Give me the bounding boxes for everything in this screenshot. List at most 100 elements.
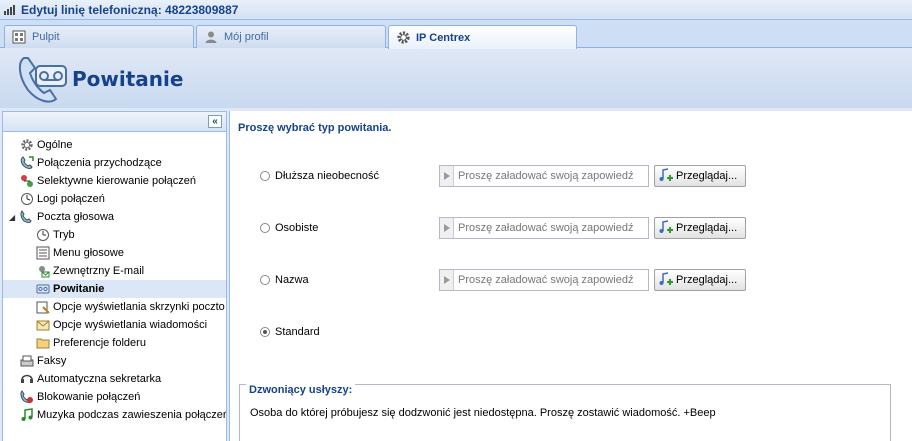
- collapse-sidebar-button[interactable]: «: [208, 115, 222, 128]
- sidebar-item-label: Logi połączeń: [37, 193, 105, 205]
- greeting-file-field[interactable]: Proszę załadować swoją zapowiedź: [439, 217, 649, 239]
- browse-label: Przeglądaj...: [676, 274, 738, 286]
- music-add-icon: [658, 220, 674, 236]
- block-call-icon: [19, 389, 35, 405]
- browse-label: Przeglądaj...: [676, 170, 738, 182]
- call-log-icon: [19, 191, 35, 207]
- sidebar-item-label: Muzyka podczas zawieszenia połączeń: [37, 409, 227, 421]
- dashboard-icon: [11, 29, 27, 45]
- play-icon[interactable]: [440, 218, 454, 238]
- sidebar-item-zewnetrzny-email[interactable]: Zewnętrzny E-mail: [3, 262, 226, 280]
- sidebar-tree: Ogólne Połączenia przychodzące Selektywn…: [3, 132, 226, 424]
- window-title: Edytuj linię telefoniczną: 48223809887: [21, 2, 239, 17]
- voicemail-icon: [19, 209, 35, 225]
- file-placeholder: Proszę załadować swoją zapowiedź: [458, 222, 634, 234]
- option-label: Nazwa: [275, 274, 309, 286]
- phone-line-icon: [2, 3, 18, 17]
- sidebar-item-label: Faksy: [37, 355, 67, 367]
- sidebar-item-label: Zewnętrzny E-mail: [53, 265, 145, 277]
- tab-pulpit[interactable]: Pulpit: [4, 25, 194, 48]
- main-panel: Proszę wybrać typ powitania. Dłuższa nie…: [229, 111, 912, 441]
- sidebar-item-tryb[interactable]: Tryb: [3, 226, 226, 244]
- sidebar-item-label: Ogólne: [37, 139, 73, 151]
- sidebar-item-logi-polaczen[interactable]: Logi połączeń: [3, 190, 226, 208]
- sidebar-item-selektywne-kierowanie[interactable]: Selektywne kierowanie połączeń: [3, 172, 226, 190]
- sidebar-item-label: Selektywne kierowanie połączeń: [37, 175, 196, 187]
- browse-label: Przeglądaj...: [676, 222, 738, 234]
- sidebar-item-label: Preferencje folderu: [53, 337, 146, 349]
- sidebar-item-label: Poczta głosowa: [37, 211, 115, 223]
- tab-label: Pulpit: [32, 31, 60, 43]
- browse-button[interactable]: Przeglądaj...: [654, 269, 746, 291]
- sidebar-item-menu-glosowe[interactable]: Menu głosowe: [3, 244, 226, 262]
- sidebar-item-label: Opcje wyświetlania wiadomości: [53, 319, 208, 331]
- greeting-file-field[interactable]: Proszę załadować swoją zapowiedź: [439, 269, 649, 291]
- option-osobiste[interactable]: Osobiste: [260, 222, 318, 234]
- option-label: Dłuższa nieobecność: [275, 170, 379, 182]
- voicemail-phone-icon: [14, 52, 70, 106]
- option-standard[interactable]: Standard: [260, 326, 320, 338]
- expand-triangle-icon[interactable]: ◢: [9, 213, 19, 222]
- file-placeholder: Proszę załadować swoją zapowiedź: [458, 274, 634, 286]
- sidebar-item-preferencje-folderu[interactable]: Preferencje folderu: [3, 334, 226, 352]
- tab-moj-profil[interactable]: Mój profil: [196, 25, 386, 48]
- incoming-call-icon: [19, 155, 35, 171]
- play-icon[interactable]: [440, 270, 454, 290]
- tab-strip: Pulpit Mój profil IP Centrex: [0, 20, 912, 49]
- sidebar-item-label: Powitanie: [53, 283, 105, 295]
- music-note-icon: [19, 407, 35, 423]
- caller-hears-legend: Dzwoniący usłyszy:: [246, 384, 356, 396]
- fax-icon: [19, 353, 35, 369]
- option-dluzsza-nieobecnosc[interactable]: Dłuższa nieobecność: [260, 170, 379, 182]
- sidebar-item-label: Automatyczna sekretarka: [37, 373, 162, 385]
- option-nazwa[interactable]: Nazwa: [260, 274, 309, 286]
- music-add-icon: [658, 168, 674, 184]
- sidebar-item-blokowanie-polaczen[interactable]: Blokowanie połączeń: [3, 388, 226, 406]
- radio-nazwa[interactable]: [260, 275, 270, 285]
- sidebar-item-opcje-skrzynki[interactable]: Opcje wyświetlania skrzynki poczto: [3, 298, 226, 316]
- file-placeholder: Proszę załadować swoją zapowiedź: [458, 170, 634, 182]
- window-titlebar: Edytuj linię telefoniczną: 48223809887: [0, 0, 912, 20]
- sidebar-item-opcje-wiadomosci[interactable]: Opcje wyświetlania wiadomości: [3, 316, 226, 334]
- sidebar-item-powitanie[interactable]: Powitanie: [3, 280, 226, 298]
- sidebar-item-faksy[interactable]: Faksy: [3, 352, 226, 370]
- browse-button[interactable]: Przeglądaj...: [654, 217, 746, 239]
- tab-label: IP Centrex: [416, 31, 471, 44]
- sidebar-item-label: Menu głosowe: [53, 247, 124, 259]
- sidebar-item-label: Tryb: [53, 229, 75, 241]
- sidebar-item-label: Połączenia przychodzące: [37, 157, 162, 169]
- sidebar-item-ogolne[interactable]: Ogólne: [3, 136, 226, 154]
- music-add-icon: [658, 272, 674, 288]
- radio-dluzsza-nieobecnosc[interactable]: [260, 171, 270, 181]
- sidebar: « Ogólne Połączenia przychodzące Selekty…: [2, 111, 227, 441]
- greeting-type-prompt: Proszę wybrać typ powitania.: [238, 122, 392, 134]
- gear-icon: [19, 137, 35, 153]
- greeting-file-field[interactable]: Proszę załadować swoją zapowiedź: [439, 165, 649, 187]
- option-label: Standard: [275, 326, 320, 338]
- sidebar-item-automatyczna-sekretarka[interactable]: Automatyczna sekretarka: [3, 370, 226, 388]
- mailbox-options-icon: [35, 299, 51, 315]
- tab-ip-centrex[interactable]: IP Centrex: [388, 25, 577, 49]
- gear-icon: [395, 30, 411, 46]
- message-options-icon: [35, 317, 51, 333]
- folder-icon: [35, 335, 51, 351]
- sidebar-header: «: [3, 112, 226, 132]
- sidebar-item-muzyka-zawieszenia[interactable]: Muzyka podczas zawieszenia połączeń: [3, 406, 226, 424]
- radio-standard[interactable]: [260, 327, 270, 337]
- page-header: Powitanie: [0, 49, 912, 108]
- browse-button[interactable]: Przeglądaj...: [654, 165, 746, 187]
- tab-label: Mój profil: [224, 31, 269, 43]
- headset-icon: [19, 371, 35, 387]
- routing-icon: [19, 173, 35, 189]
- email-icon: [35, 263, 51, 279]
- user-icon: [203, 29, 219, 45]
- sidebar-item-polaczenia-przychodzace[interactable]: Połączenia przychodzące: [3, 154, 226, 172]
- sidebar-item-label: Blokowanie połączeń: [37, 391, 141, 403]
- sidebar-item-label: Opcje wyświetlania skrzynki poczto: [53, 301, 225, 313]
- menu-list-icon: [35, 245, 51, 261]
- play-icon[interactable]: [440, 166, 454, 186]
- sidebar-item-poczta-glosowa[interactable]: ◢ Poczta głosowa: [3, 208, 226, 226]
- caller-hears-text: Osoba do której próbujesz się dodzwonić …: [250, 407, 716, 419]
- radio-osobiste[interactable]: [260, 223, 270, 233]
- option-label: Osobiste: [275, 222, 319, 234]
